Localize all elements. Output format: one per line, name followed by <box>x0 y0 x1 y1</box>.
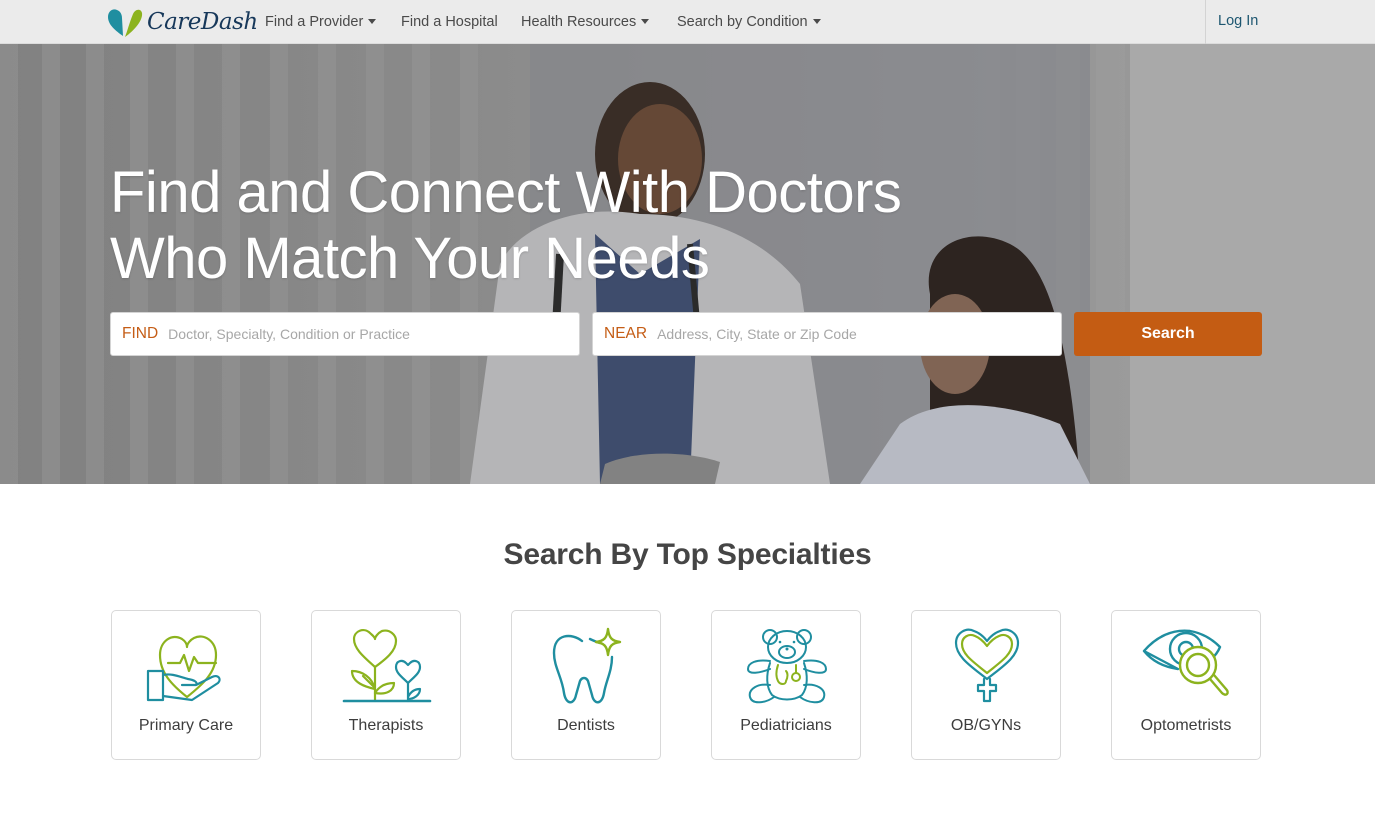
specialty-label: Pediatricians <box>740 717 832 734</box>
caret-down-icon <box>368 18 377 24</box>
teddy-bear-icon <box>747 629 827 704</box>
nav-search-by-condition[interactable]: Search by Condition <box>677 0 821 44</box>
specialty-card-ob-gyns[interactable]: OB/GYNs <box>911 610 1061 760</box>
nav-find-a-hospital[interactable]: Find a Hospital <box>401 0 498 44</box>
heart-flowers-icon <box>342 629 432 703</box>
specialty-cards: Primary Care Therapists Dentists Pediatr… <box>111 610 1261 760</box>
near-input[interactable] <box>657 314 1061 354</box>
nav-label: Search by Condition <box>677 13 808 30</box>
specialty-label: OB/GYNs <box>950 717 1022 734</box>
specialty-label: Dentists <box>557 717 615 734</box>
caret-down-icon <box>812 18 821 24</box>
specialty-card-primary-care[interactable]: Primary Care <box>111 610 261 760</box>
brand-name: CareDash <box>147 9 258 35</box>
hero-banner: Find and Connect With Doctors Who Match … <box>0 44 1375 484</box>
nav-label: Find a Provider <box>265 13 364 30</box>
login-link[interactable]: Log In <box>1218 0 1258 44</box>
specialty-card-therapists[interactable]: Therapists <box>311 610 461 760</box>
nav-label: Find a Hospital <box>401 13 498 30</box>
specialty-card-pediatricians[interactable]: Pediatricians <box>711 610 861 760</box>
hero-headline: Find and Connect With Doctors Who Match … <box>110 160 902 292</box>
nav-divider <box>1205 0 1206 44</box>
search-button[interactable]: Search <box>1074 312 1262 356</box>
nav-health-resources[interactable]: Health Resources <box>521 0 650 44</box>
caret-down-icon <box>641 18 650 24</box>
specialty-card-optometrists[interactable]: Optometrists <box>1111 610 1261 760</box>
find-label: FIND <box>122 325 159 342</box>
hero-headline-line-1: Find and Connect With Doctors <box>110 160 902 225</box>
eye-magnifier-icon <box>1142 629 1229 696</box>
specialty-card-dentists[interactable]: Dentists <box>511 610 661 760</box>
sparkling-tooth-icon <box>552 627 622 704</box>
heart-in-hand-icon <box>146 635 221 702</box>
specialty-label: Therapists <box>348 717 424 734</box>
hero-headline-line-2: Who Match Your Needs <box>110 226 710 291</box>
caredash-logo[interactable]: CareDash <box>106 5 258 39</box>
top-navbar: CareDash Find a Provider Find a Hospital… <box>0 0 1375 44</box>
specialty-label: Primary Care <box>138 717 234 734</box>
heart-logo-icon <box>108 9 143 37</box>
specialty-label: Optometrists <box>1140 717 1232 734</box>
find-input[interactable] <box>168 314 579 354</box>
find-search-field[interactable]: FIND <box>110 312 580 356</box>
nav-label: Health Resources <box>521 13 637 30</box>
near-label: NEAR <box>604 325 648 342</box>
nav-find-a-provider[interactable]: Find a Provider <box>265 0 377 44</box>
heart-female-symbol-icon <box>954 628 1020 703</box>
specialties-heading: Search By Top Specialties <box>503 538 872 571</box>
near-search-field[interactable]: NEAR <box>592 312 1062 356</box>
